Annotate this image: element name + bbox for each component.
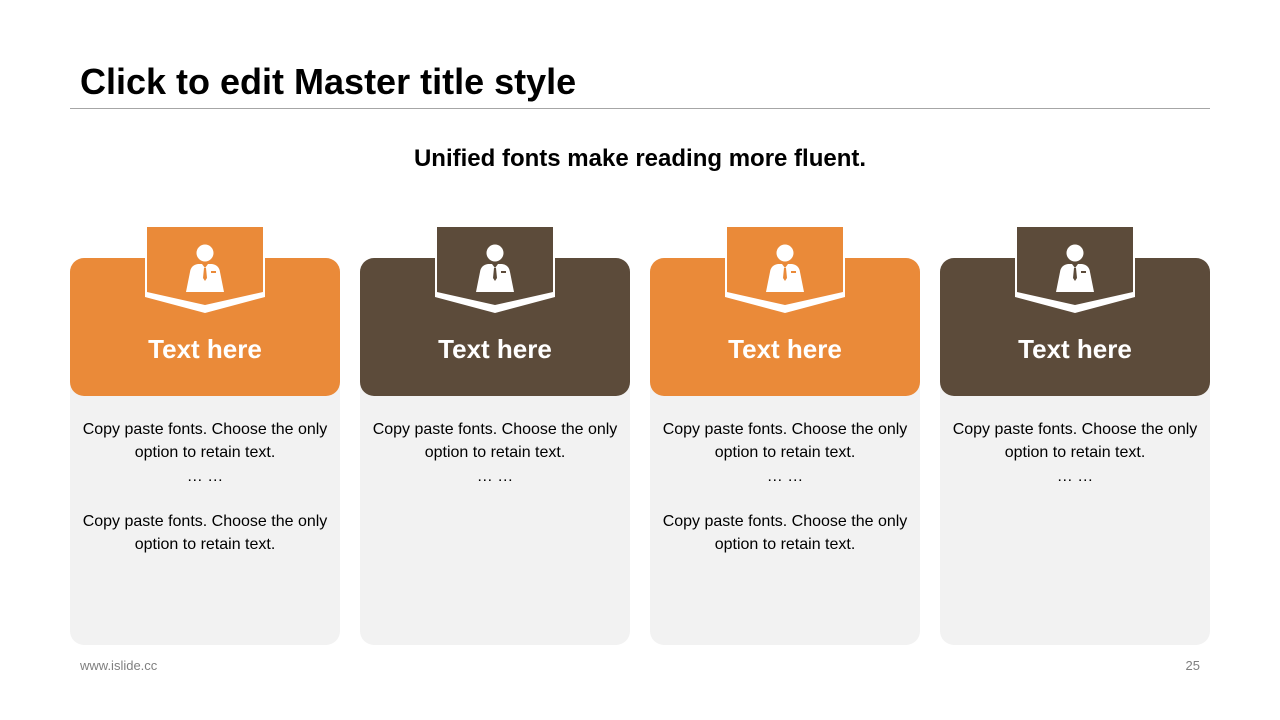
page-number: 25 [1185, 658, 1200, 673]
title-divider [70, 108, 1210, 109]
ellipsis: … … [476, 468, 514, 485]
person-icon [762, 244, 808, 292]
card-heading[interactable]: Text here [360, 332, 630, 366]
card-paragraph: Copy paste fonts. Choose the only option… [662, 513, 908, 553]
ellipsis: … … [766, 468, 804, 485]
card-paragraph: Copy paste fonts. Choose the only option… [952, 421, 1198, 461]
card-text[interactable]: Copy paste fonts. Choose the only option… [940, 418, 1210, 490]
card-paragraph: Copy paste fonts. Choose the only option… [82, 421, 328, 461]
card-text[interactable]: Copy paste fonts. Choose the only option… [360, 418, 630, 490]
card-heading[interactable]: Text here [70, 332, 340, 366]
person-icon [472, 244, 518, 292]
slide-title[interactable]: Click to edit Master title style [80, 60, 576, 104]
footer-url: www.islide.cc [80, 658, 158, 673]
card-paragraph: Copy paste fonts. Choose the only option… [82, 513, 328, 553]
card-paragraph: Copy paste fonts. Choose the only option… [662, 421, 908, 461]
person-icon [182, 244, 228, 292]
card-paragraph: Copy paste fonts. Choose the only option… [372, 421, 618, 461]
card-heading[interactable]: Text here [940, 332, 1210, 366]
card-text[interactable]: Copy paste fonts. Choose the only option… [650, 418, 920, 556]
person-icon [1052, 244, 1098, 292]
card-1: Text here Copy paste fonts. Choose the o… [70, 227, 340, 645]
ellipsis: … … [1056, 468, 1094, 485]
card-text[interactable]: Copy paste fonts. Choose the only option… [70, 418, 340, 556]
card-2: Text here Copy paste fonts. Choose the o… [360, 227, 630, 645]
ellipsis: … … [186, 468, 224, 485]
card-heading[interactable]: Text here [650, 332, 920, 366]
slide-subtitle[interactable]: Unified fonts make reading more fluent. [0, 143, 1280, 175]
card-4: Text here Copy paste fonts. Choose the o… [940, 227, 1210, 645]
card-3: Text here Copy paste fonts. Choose the o… [650, 227, 920, 645]
